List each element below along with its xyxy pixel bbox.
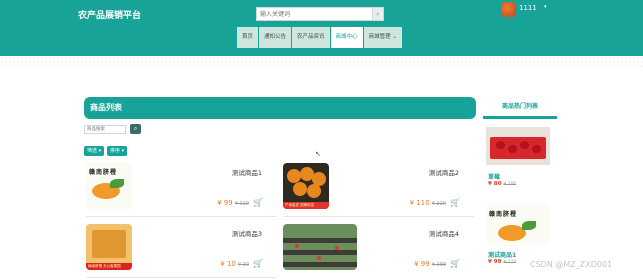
chevron-down-icon: ⌄: [392, 34, 397, 40]
image-banner: 赣南脐橙 无公害果园: [86, 263, 132, 270]
sort-label: 排序: [110, 148, 121, 154]
product-old-price: ¥ 20: [237, 262, 250, 268]
hot-item-name[interactable]: 测试商品1: [488, 250, 516, 259]
product-image[interactable]: [486, 127, 550, 165]
price-row: ¥ 99 ¥ 199 🛒: [414, 259, 460, 268]
hot-item-old-price: ¥ 100: [503, 182, 517, 187]
strawberry-graphic: [317, 256, 321, 260]
global-search-input[interactable]: [260, 9, 370, 19]
hot-item-name[interactable]: 草莓: [488, 172, 500, 181]
nav-item-notices[interactable]: 通知公告: [259, 27, 293, 48]
filter-dropdown[interactable]: 筛选 ▾: [84, 146, 105, 156]
product-old-price: ¥ 110: [234, 201, 250, 207]
image-brand-text: 赣南脐橙: [489, 211, 518, 218]
avatar[interactable]: [501, 2, 516, 17]
product-list-title: 商品列表: [84, 97, 476, 119]
product-image[interactable]: 产地直发 现摘现发: [283, 163, 329, 209]
orange-graphic: [293, 182, 307, 196]
hot-list-title: 商品热门列表: [483, 97, 557, 119]
strawberry-graphic: [508, 145, 517, 153]
product-name[interactable]: 测试商品3: [232, 228, 262, 238]
nav-item-mall[interactable]: 商城中心: [330, 27, 364, 48]
nav-item-home[interactable]: 首页: [237, 27, 260, 48]
cart-icon[interactable]: 🛒: [450, 259, 460, 268]
strawberry-graphic: [295, 244, 299, 248]
product-price: ¥ 99: [414, 260, 430, 268]
strawberry-graphic: [496, 141, 505, 149]
global-search-box[interactable]: ⌕: [256, 7, 384, 21]
hot-item-old-price: ¥ 110: [503, 260, 517, 265]
user-name[interactable]: 1111: [519, 4, 537, 12]
image-banner: 产地直发 现摘现发: [283, 202, 329, 209]
field-row: [283, 238, 357, 243]
filter-label: 筛选: [87, 148, 98, 154]
product-image[interactable]: 赣南脐橙: [86, 163, 132, 209]
product-old-price: ¥ 220: [431, 201, 447, 207]
product-name[interactable]: 测试商品2: [429, 167, 459, 177]
price-row: ¥ 99 ¥ 110 🛒: [217, 198, 263, 207]
field-row: [283, 262, 357, 267]
hot-list-item[interactable]: 草莓 ¥ 80 ¥ 100: [486, 127, 554, 193]
chevron-down-icon[interactable]: ▾: [544, 4, 547, 10]
cart-icon[interactable]: 🛒: [450, 198, 460, 207]
product-price: ¥ 110: [409, 199, 430, 207]
image-brand-text: 赣南脐橙: [89, 169, 118, 176]
strawberry-graphic: [520, 141, 529, 149]
search-icon[interactable]: ⌕: [372, 8, 383, 20]
nav-item-label: 商城管理: [368, 34, 391, 40]
top-header: 农产品展销平台 ⌕ 1111 ▾ 首页 通知公告 农产品资讯 商城中心 商城管理…: [0, 0, 643, 56]
main-nav: 首页 通知公告 农产品资讯 商城中心 商城管理 ⌄: [237, 27, 403, 48]
product-search-input[interactable]: [84, 125, 126, 134]
product-price: ¥ 10: [220, 260, 236, 268]
price-row: ¥ 80 ¥ 100: [488, 181, 516, 187]
product-old-price: ¥ 199: [431, 262, 447, 268]
field-row: [283, 250, 357, 255]
nav-item-news[interactable]: 农产品资讯: [292, 27, 331, 48]
product-image[interactable]: 赣南脐橙 无公害果园: [86, 224, 132, 270]
nav-item-mall-admin[interactable]: 商城管理 ⌄: [363, 27, 403, 48]
search-icon[interactable]: ⌕: [130, 124, 141, 134]
price-row: ¥ 99 ¥ 110: [488, 259, 516, 265]
strawberry-graphic: [532, 145, 541, 153]
box-graphic: [92, 230, 126, 258]
watermark: CSDN @MZ_ZXD001: [530, 260, 613, 269]
product-card[interactable]: 赣南脐橙 测试商品1 ¥ 99 ¥ 110 🛒: [86, 163, 277, 219]
divider: [86, 277, 277, 278]
decorative-dots: [0, 56, 643, 68]
leaf-graphic: [110, 179, 124, 188]
product-card[interactable]: 赣南脐橙 无公害果园 测试商品3 ¥ 10 ¥ 20 🛒: [86, 224, 277, 280]
orange-graphic: [287, 169, 301, 183]
product-name[interactable]: 测试商品1: [232, 167, 262, 177]
site-title[interactable]: 农产品展销平台: [78, 8, 141, 21]
price-row: ¥ 10 ¥ 20 🛒: [220, 259, 263, 268]
cart-icon[interactable]: 🛒: [253, 259, 263, 268]
hot-item-price: ¥ 99: [488, 259, 502, 265]
product-card[interactable]: 产地直发 现摘现发 测试商品2 ¥ 110 ¥ 220 🛒: [283, 163, 474, 219]
cart-icon[interactable]: 🛒: [253, 198, 263, 207]
product-name[interactable]: 测试商品4: [429, 228, 459, 238]
product-image[interactable]: 赣南脐橙: [486, 205, 550, 243]
product-price: ¥ 99: [217, 199, 233, 207]
sort-dropdown[interactable]: 排序 ▾: [107, 146, 128, 156]
mouse-cursor: ↖: [315, 150, 321, 158]
product-image[interactable]: [283, 224, 357, 270]
divider: [86, 216, 277, 217]
hot-item-price: ¥ 80: [488, 181, 502, 187]
leaf-graphic: [522, 221, 536, 230]
product-card[interactable]: 测试商品4 ¥ 99 ¥ 199 🛒: [283, 224, 474, 280]
strawberry-graphic: [335, 246, 339, 250]
orange-graphic: [307, 184, 321, 198]
divider: [283, 216, 474, 217]
price-row: ¥ 110 ¥ 220 🛒: [410, 198, 460, 207]
